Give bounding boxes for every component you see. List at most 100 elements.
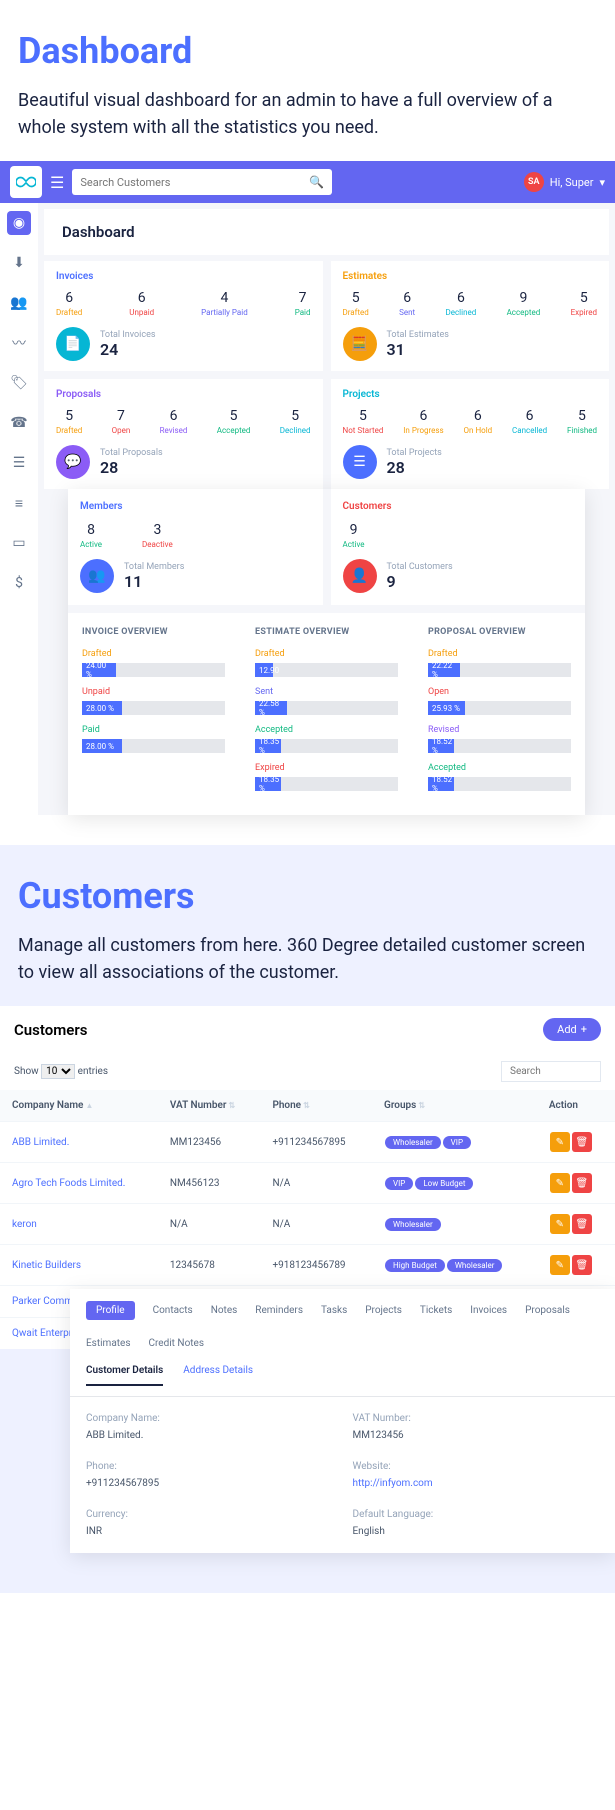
sidebar-activity-icon[interactable]: 〰 bbox=[7, 331, 31, 355]
search-input[interactable] bbox=[80, 176, 309, 189]
cell-phone: N/A bbox=[260, 1204, 372, 1245]
sidebar-tag-icon[interactable]: 🏷 bbox=[7, 371, 31, 395]
delete-button[interactable]: 🗑 bbox=[572, 1173, 592, 1193]
stat-value: 5 bbox=[280, 408, 311, 424]
proposals-title: Proposals bbox=[56, 389, 311, 400]
field-label: Company Name: bbox=[86, 1413, 333, 1424]
cell-actions: ✎🗑 bbox=[537, 1163, 615, 1204]
overview-item: Paid 28.00 % bbox=[82, 725, 225, 753]
invoice-overview: INVOICE OVERVIEW Drafted 24.00 % Unpaid … bbox=[82, 627, 225, 801]
stat-value: 6 bbox=[403, 408, 443, 424]
tab-invoices[interactable]: Invoices bbox=[470, 1305, 507, 1316]
overview-item: Open 25.93 % bbox=[428, 687, 571, 715]
overview-title: PROPOSAL OVERVIEW bbox=[428, 627, 571, 637]
stat-label: Declined bbox=[446, 308, 477, 317]
tab-estimates[interactable]: Estimates bbox=[86, 1338, 131, 1349]
tab-reminders[interactable]: Reminders bbox=[255, 1305, 303, 1316]
overview-title: INVOICE OVERVIEW bbox=[82, 627, 225, 637]
edit-button[interactable]: ✎ bbox=[550, 1173, 570, 1193]
stat-value: 6 bbox=[446, 290, 477, 306]
sidebar-list-icon[interactable]: ≡ bbox=[7, 491, 31, 515]
estimate-overview: ESTIMATE OVERVIEW Drafted 12.90 Sent 22.… bbox=[255, 627, 398, 801]
tab-contacts[interactable]: Contacts bbox=[153, 1305, 193, 1316]
entries-select[interactable]: 10 bbox=[41, 1064, 75, 1079]
overview-title: ESTIMATE OVERVIEW bbox=[255, 627, 398, 637]
overview-label: Unpaid bbox=[82, 687, 225, 697]
stat-label: Unpaid bbox=[129, 308, 154, 317]
stat-value: 7 bbox=[295, 290, 311, 306]
delete-button[interactable]: 🗑 bbox=[572, 1132, 592, 1152]
progress-bar: 22.22 % bbox=[428, 663, 571, 677]
edit-button[interactable]: ✎ bbox=[550, 1132, 570, 1152]
overview-item: Unpaid 28.00 % bbox=[82, 687, 225, 715]
sidebar-customers-icon[interactable]: 👥 bbox=[7, 291, 31, 315]
sidebar-item-icon[interactable]: ⬇ bbox=[7, 251, 31, 275]
customers-section: Customers Manage all customers from here… bbox=[0, 845, 615, 1593]
tab-tasks[interactable]: Tasks bbox=[321, 1305, 347, 1316]
search-icon[interactable]: 🔍 bbox=[309, 175, 324, 189]
sidebar-support-icon[interactable]: ☎ bbox=[7, 411, 31, 435]
stat-label: Deactive bbox=[142, 540, 173, 549]
group-pill: Wholesaler bbox=[385, 1218, 441, 1231]
menu-toggle-icon[interactable]: ☰ bbox=[50, 173, 64, 192]
table-row: Kinetic Builders 12345678 +918123456789 … bbox=[0, 1245, 615, 1286]
stat-label: Paid bbox=[295, 308, 311, 317]
tab-proposals[interactable]: Proposals bbox=[525, 1305, 570, 1316]
col-groups[interactable]: Groups⇅ bbox=[372, 1090, 537, 1122]
customer-icon: 👤 bbox=[343, 559, 377, 593]
app-logo[interactable] bbox=[10, 166, 42, 198]
cell-actions: ✎🗑 bbox=[537, 1122, 615, 1163]
sidebar-layers-icon[interactable]: ☰ bbox=[7, 451, 31, 475]
section-desc-customers: Manage all customers from here. 360 Degr… bbox=[0, 932, 615, 1006]
search-box[interactable]: 🔍 bbox=[72, 169, 332, 195]
stat-value: 4 bbox=[201, 290, 248, 306]
tab-projects[interactable]: Projects bbox=[365, 1305, 402, 1316]
col-name[interactable]: Company Name▲ bbox=[0, 1090, 158, 1122]
field-value-link[interactable]: http://infyom.com bbox=[353, 1478, 600, 1489]
delete-button[interactable]: 🗑 bbox=[572, 1214, 592, 1234]
progress-fill: 12.90 bbox=[255, 663, 273, 677]
stat-value: 3 bbox=[142, 522, 173, 538]
sidebar-dashboard-icon[interactable]: ◉ bbox=[7, 211, 31, 235]
stat-value: 6 bbox=[399, 290, 415, 306]
cell-name[interactable]: Agro Tech Foods Limited. bbox=[0, 1163, 158, 1204]
tab-notes[interactable]: Notes bbox=[211, 1305, 238, 1316]
overview-label: Accepted bbox=[428, 763, 571, 773]
sidebar-money-icon[interactable]: $ bbox=[7, 571, 31, 595]
user-menu[interactable]: SA Hi, Super ▾ bbox=[524, 172, 605, 192]
add-customer-button[interactable]: Add+ bbox=[543, 1018, 601, 1041]
stat-label: In Progress bbox=[403, 426, 443, 435]
subtab-address-details[interactable]: Address Details bbox=[183, 1357, 253, 1386]
group-pill: Wholesaler bbox=[385, 1136, 441, 1149]
edit-button[interactable]: ✎ bbox=[550, 1214, 570, 1234]
total-value: 31 bbox=[387, 340, 449, 359]
total-value: 24 bbox=[100, 340, 156, 359]
stat-value: 6 bbox=[464, 408, 493, 424]
page-title: Dashboard bbox=[44, 209, 609, 255]
chat-icon: 💬 bbox=[56, 445, 90, 479]
field-value: +911234567895 bbox=[86, 1478, 333, 1489]
subtab-customer-details[interactable]: Customer Details bbox=[86, 1357, 163, 1386]
sidebar-card-icon[interactable]: ▭ bbox=[7, 531, 31, 555]
tab-profile[interactable]: Profile bbox=[86, 1301, 135, 1320]
col-phone[interactable]: Phone⇅ bbox=[260, 1090, 372, 1122]
tab-credit-notes[interactable]: Credit Notes bbox=[149, 1338, 205, 1349]
table-row: keron N/A N/A Wholesaler ✎🗑 bbox=[0, 1204, 615, 1245]
col-vat[interactable]: VAT Number⇅ bbox=[158, 1090, 261, 1122]
group-pill: VIP bbox=[385, 1177, 413, 1190]
stat-value: 5 bbox=[343, 408, 384, 424]
sort-icon: ⇅ bbox=[418, 1101, 425, 1110]
total-value: 9 bbox=[387, 572, 453, 591]
edit-button[interactable]: ✎ bbox=[550, 1255, 570, 1275]
cell-name[interactable]: keron bbox=[0, 1204, 158, 1245]
cell-name[interactable]: ABB Limited. bbox=[0, 1122, 158, 1163]
projects-card: Projects 5Not Started 6In Progress 6On H… bbox=[331, 379, 610, 489]
cell-name[interactable]: Kinetic Builders bbox=[0, 1245, 158, 1286]
group-pill: High Budget bbox=[385, 1259, 445, 1272]
customer-detail-panel: Profile Contacts Notes Reminders Tasks Projec… bbox=[70, 1289, 615, 1553]
invoices-card: Invoices 6Drafted 6Unpaid 4Partially Pai… bbox=[44, 261, 323, 371]
delete-button[interactable]: 🗑 bbox=[572, 1255, 592, 1275]
table-search-input[interactable] bbox=[501, 1061, 601, 1082]
overview-label: Expired bbox=[255, 763, 398, 773]
tab-tickets[interactable]: Tickets bbox=[420, 1305, 452, 1316]
